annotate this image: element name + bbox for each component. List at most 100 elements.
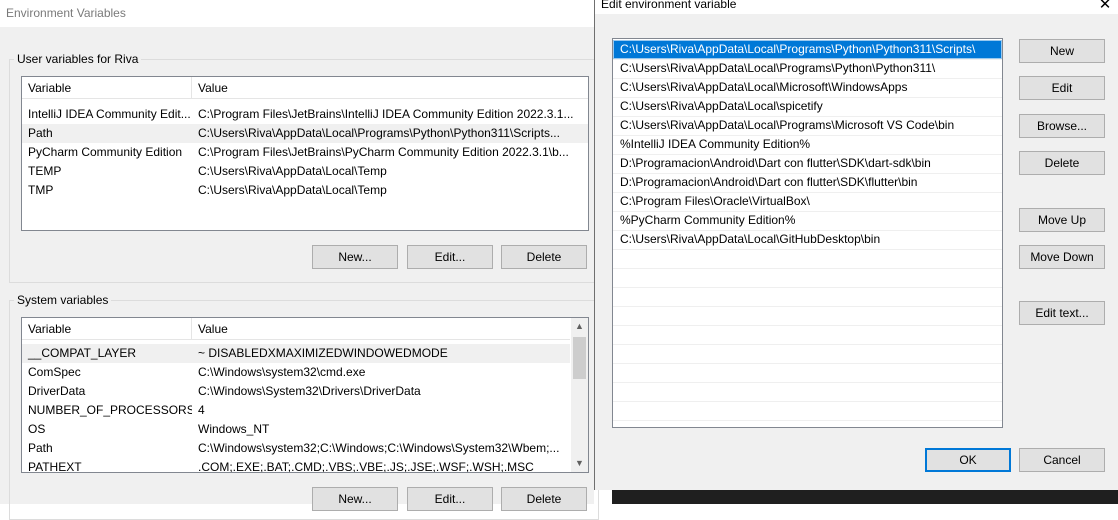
variable-cell: DriverData <box>28 384 86 398</box>
list-item[interactable]: C:\Users\Riva\AppData\Local\Programs\Mic… <box>613 116 1002 135</box>
value-cell: C:\Users\Riva\AppData\Local\Temp <box>198 164 387 178</box>
row-separator <box>613 59 1002 60</box>
user-variables-label: User variables for Riva <box>14 52 142 66</box>
edit-text-button[interactable]: Edit text... <box>1019 301 1105 325</box>
table-row[interactable]: __COMPAT_LAYER ~ DISABLEDXMAXIMIZEDWINDOW… <box>22 344 570 363</box>
table-row[interactable]: PATHEXT .COM;.EXE;.BAT;.CMD;.VBS;.VBE;.JS… <box>22 458 570 473</box>
close-icon[interactable]: ✕ <box>1095 0 1115 13</box>
cancel-button[interactable]: Cancel <box>1019 448 1105 472</box>
new-entry-button[interactable]: New <box>1019 39 1105 63</box>
taskbar-strip <box>612 490 1118 504</box>
table-row[interactable]: OS Windows_NT <box>22 420 570 439</box>
variable-cell: NUMBER_OF_PROCESSORS <box>28 403 192 417</box>
table-row[interactable]: NUMBER_OF_PROCESSORS 4 <box>22 401 570 420</box>
variable-cell: Path <box>28 126 53 140</box>
table-row[interactable]: TMP C:\Users\Riva\AppData\Local\Temp <box>22 181 588 200</box>
row-separator <box>613 173 1002 174</box>
row-separator <box>613 249 1002 250</box>
scroll-down-arrow-icon[interactable]: ▼ <box>571 455 588 472</box>
value-cell: C:\Windows\System32\Drivers\DriverData <box>198 384 421 398</box>
row-separator <box>613 97 1002 98</box>
list-item[interactable]: C:\Users\Riva\AppData\Local\Microsoft\Wi… <box>613 78 1002 97</box>
list-item[interactable]: C:\Users\Riva\AppData\Local\GitHubDeskto… <box>613 230 1002 249</box>
user-list-header: Variable Value <box>22 77 588 99</box>
system-variables-list[interactable]: Variable Value __COMPAT_LAYER ~ DISABLEDX… <box>21 317 589 473</box>
table-row[interactable]: ComSpec C:\Windows\system32\cmd.exe <box>22 363 570 382</box>
move-down-button[interactable]: Move Down <box>1019 245 1105 269</box>
scroll-thumb[interactable] <box>573 337 586 379</box>
row-separator <box>613 135 1002 136</box>
row-separator <box>613 154 1002 155</box>
value-cell: C:\Program Files\JetBrains\IntelliJ IDEA… <box>198 107 574 121</box>
row-separator <box>613 116 1002 117</box>
row-separator <box>613 363 1002 364</box>
system-edit-button[interactable]: Edit... <box>407 487 493 511</box>
path-entries-list[interactable]: C:\Users\Riva\AppData\Local\Programs\Pyt… <box>612 38 1003 428</box>
browse-button[interactable]: Browse... <box>1019 114 1105 138</box>
row-separator <box>613 401 1002 402</box>
row-separator <box>613 420 1002 421</box>
row-separator <box>613 287 1002 288</box>
table-row[interactable]: TEMP C:\Users\Riva\AppData\Local\Temp <box>22 162 588 181</box>
user-delete-button[interactable]: Delete <box>501 245 587 269</box>
row-separator <box>613 211 1002 212</box>
system-new-button[interactable]: New... <box>312 487 398 511</box>
variable-cell: TEMP <box>28 164 62 178</box>
row-separator <box>613 230 1002 231</box>
row-separator <box>613 78 1002 79</box>
user-variables-list[interactable]: Variable Value IntelliJ IDEA Community E… <box>21 76 589 231</box>
user-edit-button[interactable]: Edit... <box>407 245 493 269</box>
delete-entry-button[interactable]: Delete <box>1019 151 1105 175</box>
list-item[interactable]: C:\Users\Riva\AppData\Local\spicetify <box>613 97 1002 116</box>
user-column-variable[interactable]: Variable <box>22 77 192 99</box>
variable-cell: PATHEXT <box>28 460 82 473</box>
table-row[interactable]: PyCharm Community Edition C:\Program File… <box>22 143 588 162</box>
ok-button[interactable]: OK <box>925 448 1011 472</box>
user-new-button[interactable]: New... <box>312 245 398 269</box>
row-separator <box>613 344 1002 345</box>
row-separator <box>613 192 1002 193</box>
system-delete-button[interactable]: Delete <box>501 487 587 511</box>
system-list-scrollbar[interactable]: ▲ ▼ <box>571 318 588 472</box>
list-item[interactable]: D:\Programacion\Android\Dart con flutter… <box>613 173 1002 192</box>
value-cell: C:\Windows\system32;C:\Windows;C:\Window… <box>198 441 560 455</box>
value-cell: C:\Users\Riva\AppData\Local\Temp <box>198 183 387 197</box>
move-up-button[interactable]: Move Up <box>1019 208 1105 232</box>
value-cell: ~ DISABLEDXMAXIMIZEDWINDOWEDMODE <box>198 346 448 360</box>
edit-dialog-title: Edit environment variable <box>601 0 737 11</box>
value-cell: C:\Program Files\JetBrains\PyCharm Commu… <box>198 145 569 159</box>
value-cell: 4 <box>198 403 205 417</box>
table-row[interactable]: Path C:\Windows\system32;C:\Windows;C:\Wi… <box>22 439 570 458</box>
row-separator <box>613 306 1002 307</box>
table-row[interactable]: DriverData C:\Windows\System32\Drivers\Dr… <box>22 382 570 401</box>
edit-title-bar: Edit environment variable ✕ <box>595 0 1118 14</box>
row-separator <box>613 268 1002 269</box>
scroll-up-arrow-icon[interactable]: ▲ <box>571 318 588 335</box>
variable-cell: __COMPAT_LAYER <box>28 346 137 360</box>
env-window-title: Environment Variables <box>6 6 126 20</box>
list-item[interactable]: C:\Program Files\Oracle\VirtualBox\ <box>613 192 1002 211</box>
value-cell: C:\Users\Riva\AppData\Local\Programs\Pyt… <box>198 126 560 140</box>
list-item[interactable]: C:\Users\Riva\AppData\Local\Programs\Pyt… <box>613 59 1002 78</box>
table-row[interactable]: IntelliJ IDEA Community Edit... C:\Progra… <box>22 105 588 124</box>
variable-cell: IntelliJ IDEA Community Edit... <box>28 107 191 121</box>
row-separator <box>613 325 1002 326</box>
variable-cell: ComSpec <box>28 365 81 379</box>
environment-variables-window: Environment Variables User variables for… <box>0 0 599 520</box>
edit-environment-variable-dialog: Edit environment variable ✕ C:\Users\Riv… <box>594 0 1118 490</box>
variable-cell: TMP <box>28 183 54 197</box>
variable-cell: Path <box>28 441 53 455</box>
value-cell: .COM;.EXE;.BAT;.CMD;.VBS;.VBE;.JS;.JSE;.… <box>198 460 534 473</box>
env-title-bar: Environment Variables <box>0 0 594 27</box>
list-item[interactable]: D:\Programacion\Android\Dart con flutter… <box>613 154 1002 173</box>
list-item[interactable]: %IntelliJ IDEA Community Edition% <box>613 135 1002 154</box>
system-column-value[interactable]: Value <box>192 318 572 340</box>
list-item[interactable]: C:\Users\Riva\AppData\Local\Programs\Pyt… <box>613 40 1002 59</box>
table-row[interactable]: Path C:\Users\Riva\AppData\Local\Programs… <box>22 124 588 143</box>
list-item[interactable]: %PyCharm Community Edition% <box>613 211 1002 230</box>
variable-cell: OS <box>28 422 46 436</box>
system-column-variable[interactable]: Variable <box>22 318 192 340</box>
user-column-value[interactable]: Value <box>192 77 588 99</box>
row-separator <box>613 382 1002 383</box>
edit-entry-button[interactable]: Edit <box>1019 76 1105 100</box>
